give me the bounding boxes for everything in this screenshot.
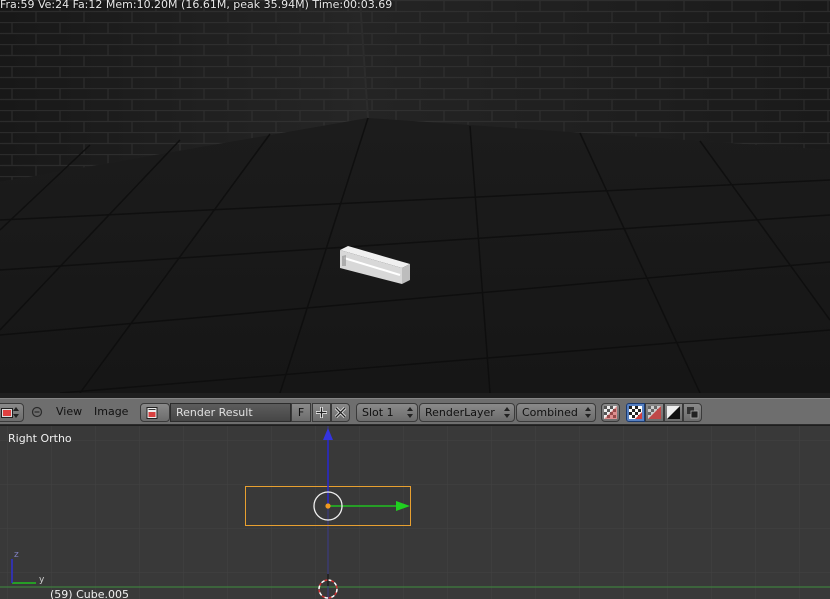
color-button[interactable] (645, 403, 664, 422)
collapse-menus-button[interactable] (31, 403, 45, 422)
viewport-grid: y z (0, 426, 830, 599)
3d-viewport[interactable]: y z Right Ortho (59) Cube.005 (0, 426, 830, 599)
checker-alpha-button[interactable] (601, 403, 620, 422)
alpha-icon (667, 406, 680, 419)
render-result-image[interactable]: Fra:59 Ve:24 Fa:12 Mem:10.20M (16.61M, p… (0, 0, 830, 393)
menu-image[interactable]: Image (92, 403, 130, 422)
color-icon (648, 406, 661, 419)
slot-label: Slot 1 (362, 406, 394, 419)
unlink-image-button[interactable] (331, 403, 350, 422)
render-pass-selector[interactable]: Combined (516, 403, 596, 422)
slot-selector[interactable]: Slot 1 (356, 403, 418, 422)
z-buffer-button[interactable] (683, 403, 702, 422)
gizmo-y-label: y (39, 575, 45, 585)
image-browse-icon (146, 407, 158, 419)
checker-alpha-icon (604, 406, 617, 419)
active-object-info: (59) Cube.005 (50, 588, 129, 599)
blender-window: Fra:59 Ve:24 Fa:12 Mem:10.20M (16.61M, p… (0, 0, 830, 599)
editor-type-selector[interactable] (0, 403, 24, 422)
image-browse-button[interactable] (140, 403, 170, 422)
fake-user-button[interactable]: F (291, 403, 311, 422)
plus-icon (316, 407, 327, 418)
render-stats: Fra:59 Ve:24 Fa:12 Mem:10.20M (16.61M, p… (0, 0, 393, 11)
alpha-button[interactable] (664, 403, 683, 422)
z-buffer-icon (687, 407, 699, 419)
new-image-button[interactable] (312, 403, 331, 422)
close-icon (334, 406, 347, 419)
minus-circle-icon (31, 406, 43, 418)
color-alpha-button[interactable] (626, 403, 645, 422)
render-layer-label: RenderLayer (425, 406, 495, 419)
image-name-field[interactable]: Render Result (170, 403, 291, 422)
gizmo-z-label: z (14, 550, 19, 560)
image-editor-header: View Image Render Result F Slot 1 Render… (0, 398, 830, 425)
render-pass-label: Combined (522, 406, 578, 419)
menu-view[interactable]: View (54, 403, 84, 422)
render-scene (0, 0, 830, 393)
view-name: Right Ortho (8, 432, 72, 445)
image-editor-icon (1, 408, 13, 418)
object-origin (325, 503, 331, 509)
color-alpha-icon (629, 406, 642, 419)
render-layer-selector[interactable]: RenderLayer (419, 403, 515, 422)
